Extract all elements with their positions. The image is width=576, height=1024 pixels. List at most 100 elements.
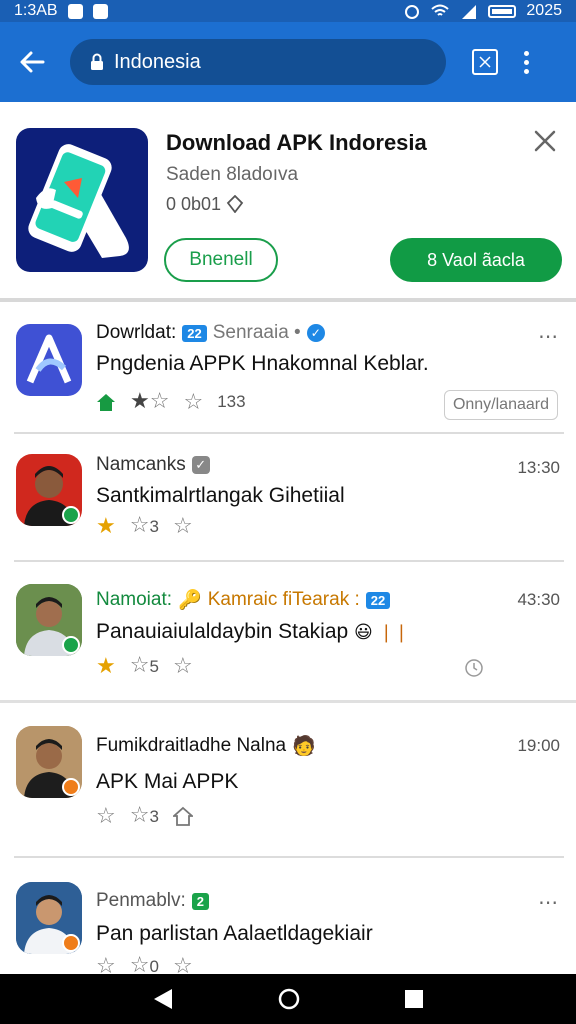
menu-dot-icon (524, 50, 529, 56)
banner-subtitle: Saden 8ladoıva (166, 164, 299, 185)
item-source: Senraaia • (212, 322, 301, 343)
rating: ☆3 (129, 512, 159, 537)
wifi-icon (431, 4, 450, 16)
address-bar[interactable]: Indonesia (70, 39, 446, 85)
menu-dot-icon (524, 59, 529, 65)
item-time: 19:00 (517, 736, 560, 755)
item-tag: 22 (182, 324, 207, 342)
browser-toolbar: Indonesia (0, 22, 576, 102)
clock-icon (464, 658, 484, 683)
item-author: Namcanks (96, 454, 186, 475)
app-logo (16, 324, 82, 396)
item-header: Penmablv: 2 (96, 890, 210, 912)
item-text: APK Mai APPK (96, 770, 239, 793)
rating-count: 133 (217, 391, 246, 411)
divider (14, 560, 564, 562)
rating: ☆5 (129, 652, 159, 677)
item-time: 43:30 (517, 590, 560, 609)
nav-back-icon[interactable] (152, 987, 174, 1011)
banner-meta: 0 0b01 (166, 194, 244, 215)
item-author: Fumikdraitladhe Nalna (96, 735, 287, 756)
overflow-menu-button[interactable] (524, 50, 529, 74)
status-badge-icon (62, 778, 80, 796)
star-icon[interactable]: ☆ (96, 804, 116, 827)
item-header: Namcanks ✓ (96, 454, 210, 476)
star-icon[interactable]: ☆ (173, 654, 193, 677)
install-button[interactable]: 8 Vaol ãacla (390, 238, 562, 282)
notification-icon (67, 3, 83, 19)
alarm-icon (405, 5, 420, 19)
more-options-button[interactable]: ⋯ (538, 890, 560, 915)
item-header: Dowrldat: 22 Senraaia • ✓ (96, 322, 325, 344)
star-icon[interactable]: ☆ (183, 390, 203, 413)
back-button[interactable] (0, 22, 64, 102)
star-icon[interactable]: ☆ (173, 514, 193, 537)
avatar (16, 454, 82, 526)
battery-icon (488, 4, 517, 18)
nav-home-icon[interactable] (277, 987, 301, 1011)
item-text: Panauiaiulaldaybin Stakiap 😃 ❘❘ (96, 620, 409, 643)
notification-icon (92, 3, 108, 19)
secondary-action-button[interactable]: Bnenell (164, 238, 278, 282)
item-time: 13:30 (517, 458, 560, 477)
tab-switcher-button[interactable] (472, 49, 498, 75)
app-icon (16, 128, 148, 272)
status-badge-icon (62, 636, 80, 654)
app-install-banner: Download APK Indoresia Saden 8ladoıva 0 … (0, 102, 576, 302)
tabs-icon (479, 56, 491, 68)
rating-row: ★ ☆5 ☆ (96, 654, 193, 677)
key-icon: 🔑 (178, 590, 202, 611)
rating-row: ☆ ☆0 ☆ (96, 952, 193, 975)
list-item[interactable]: Fumikdraitladhe Nalna 🧑 19:00 APK Mai AP… (0, 704, 576, 856)
divider (0, 700, 576, 703)
star-icon[interactable]: ★ (96, 514, 116, 537)
emoji-icon: 😃 (354, 622, 373, 642)
rating: ☆3 (129, 802, 159, 827)
item-source: Kamraic fiTearak : (207, 589, 360, 610)
status-right-text: 2025 (526, 2, 562, 19)
status-bar: 1:3AB 2025 (0, 0, 576, 22)
list-item[interactable]: Penmablv: 2 ⋯ Pan parlistan Aalaetldagek… (0, 860, 576, 974)
item-header: Fumikdraitladhe Nalna 🧑 (96, 734, 316, 758)
banner-meta-text: 0 0b01 (166, 194, 222, 214)
home-icon (97, 393, 115, 411)
emoji-icon: ❘❘ (378, 622, 409, 642)
avatar (16, 726, 82, 798)
star-icon[interactable]: ★ (96, 654, 116, 677)
item-author: Namoiat: (96, 589, 173, 610)
menu-dot-icon (524, 68, 529, 74)
avatar (16, 584, 82, 656)
rating: ☆0 (129, 952, 159, 975)
lock-icon (91, 53, 103, 70)
list-item[interactable]: Namoiat: 🔑 Kamraic fiTearak : 22 43:30 P… (0, 564, 576, 700)
item-header: Namoiat: 🔑 Kamraic fiTearak : 22 (96, 588, 391, 612)
item-tag: 22 (365, 591, 391, 609)
signal-icon (462, 5, 477, 19)
banner-title: Download APK Indoresia (166, 130, 427, 155)
status-badge-icon (62, 506, 80, 524)
star-icon[interactable]: ☆ (96, 954, 116, 974)
system-navigation-bar (0, 974, 576, 1024)
close-banner-button[interactable] (532, 128, 558, 154)
more-options-button[interactable]: ⋯ (538, 324, 560, 349)
list-item[interactable]: Dowrldat: 22 Senraaia • ✓ ⋯ Pngdenia APP… (0, 306, 576, 434)
divider (14, 432, 564, 434)
list-item[interactable]: Namcanks ✓ 13:30 Santkimalrtlangak Gihet… (0, 436, 576, 560)
item-text: Santkimalrtlangak Gihetiial (96, 484, 345, 507)
verified-badge-icon: ✓ (306, 324, 325, 342)
rating-stars: ★☆ (130, 388, 170, 413)
rating-row: ★ ☆3 ☆ (96, 514, 193, 537)
item-chip[interactable]: Onny/lanaard (443, 390, 558, 420)
nav-recents-icon[interactable] (404, 989, 424, 1009)
item-tag: 2 (191, 892, 210, 910)
rating-row: ☆ ☆3 (96, 804, 193, 827)
person-icon: 🧑 (292, 736, 316, 757)
status-time: 1:3AB (14, 2, 58, 19)
rating-row: ★☆ ☆ 133 (96, 390, 246, 413)
star-icon[interactable]: ☆ (173, 954, 193, 974)
address-text: Indonesia (114, 50, 201, 73)
back-arrow-icon (20, 51, 45, 73)
item-text: Pngdenia APPK Hnakomnal Keblar. (96, 352, 429, 375)
close-icon (534, 130, 556, 152)
status-badge-icon (62, 934, 80, 952)
